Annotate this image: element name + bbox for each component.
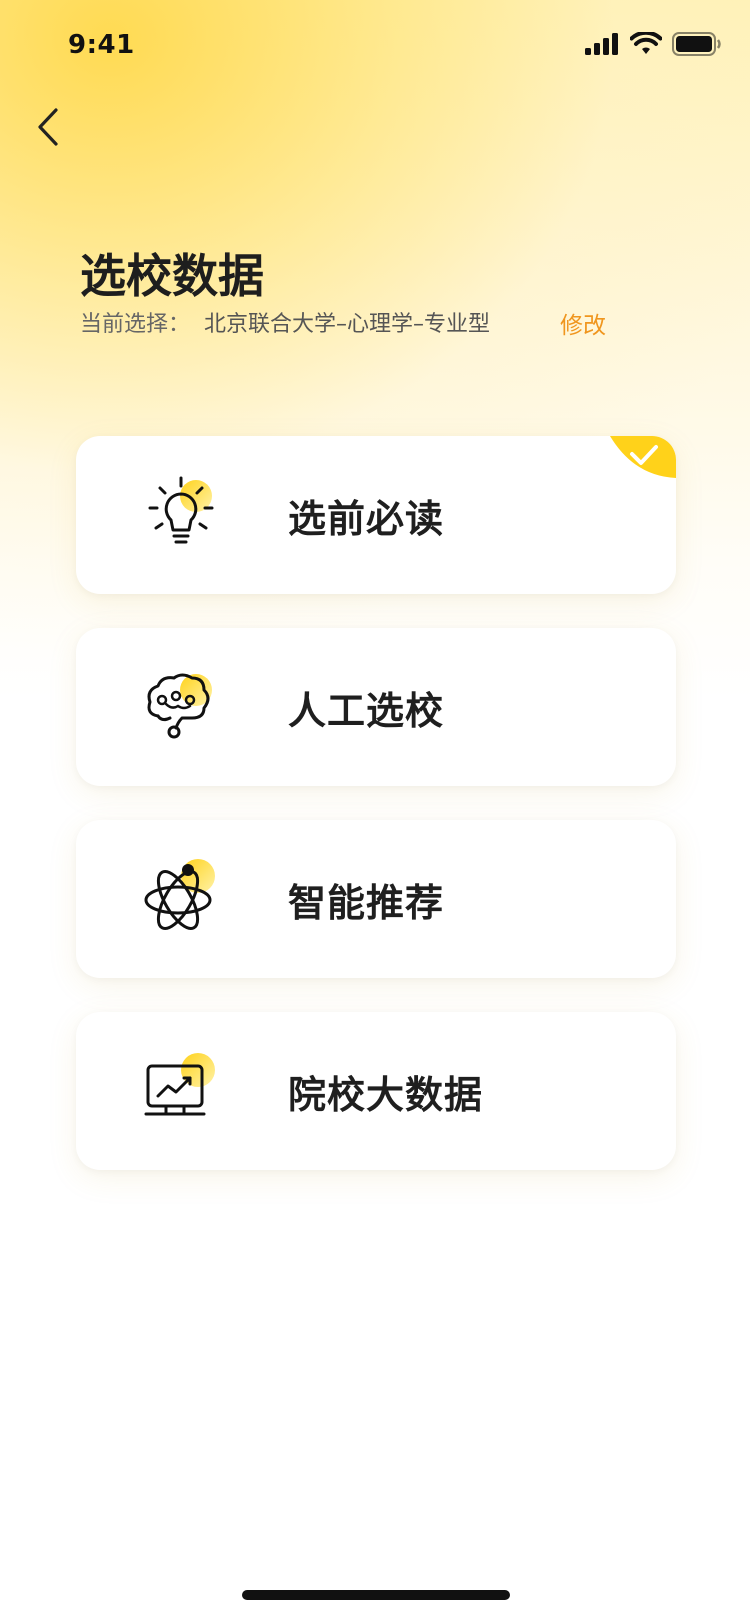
menu-card-label: 人工选校 [288, 689, 445, 733]
battery-icon [672, 32, 721, 56]
menu-card-label: 选前必读 [288, 497, 445, 541]
menu-card-pre-read[interactable]: 选前必读 [76, 436, 676, 594]
current-selection-value: 北京联合大学–心理学–专业型 [204, 312, 491, 337]
brain-icon [147, 673, 212, 739]
atom-icon [144, 859, 215, 930]
signal-icon [585, 33, 618, 55]
lightbulb-icon [148, 476, 214, 544]
page-title: 选校数据 [80, 249, 264, 303]
menu-card-manual-selection[interactable]: 人工选校 [76, 628, 676, 786]
edit-selection-link[interactable]: 修改 [560, 306, 606, 340]
menu-card-label: 智能推荐 [288, 881, 445, 925]
menu-list: 选前必读 人工选校 智能推荐 院校大数据 [76, 436, 676, 1204]
menu-card-school-big-data[interactable]: 院校大数据 [76, 1012, 676, 1170]
wifi-icon [630, 32, 662, 54]
home-indicator [242, 1590, 510, 1600]
check-badge-icon [610, 436, 676, 478]
back-button[interactable] [26, 100, 78, 156]
status-bar: 9:41 [0, 0, 750, 96]
status-time: 9:41 [68, 30, 135, 60]
chart-monitor-icon [144, 1053, 215, 1116]
current-selection: 当前选择： 北京联合大学–心理学–专业型 修改 [80, 306, 606, 339]
chevron-left-icon [38, 108, 58, 146]
current-selection-label: 当前选择： [80, 312, 191, 337]
menu-card-label: 院校大数据 [288, 1073, 484, 1117]
menu-card-smart-recommend[interactable]: 智能推荐 [76, 820, 676, 978]
status-icons [584, 32, 722, 56]
